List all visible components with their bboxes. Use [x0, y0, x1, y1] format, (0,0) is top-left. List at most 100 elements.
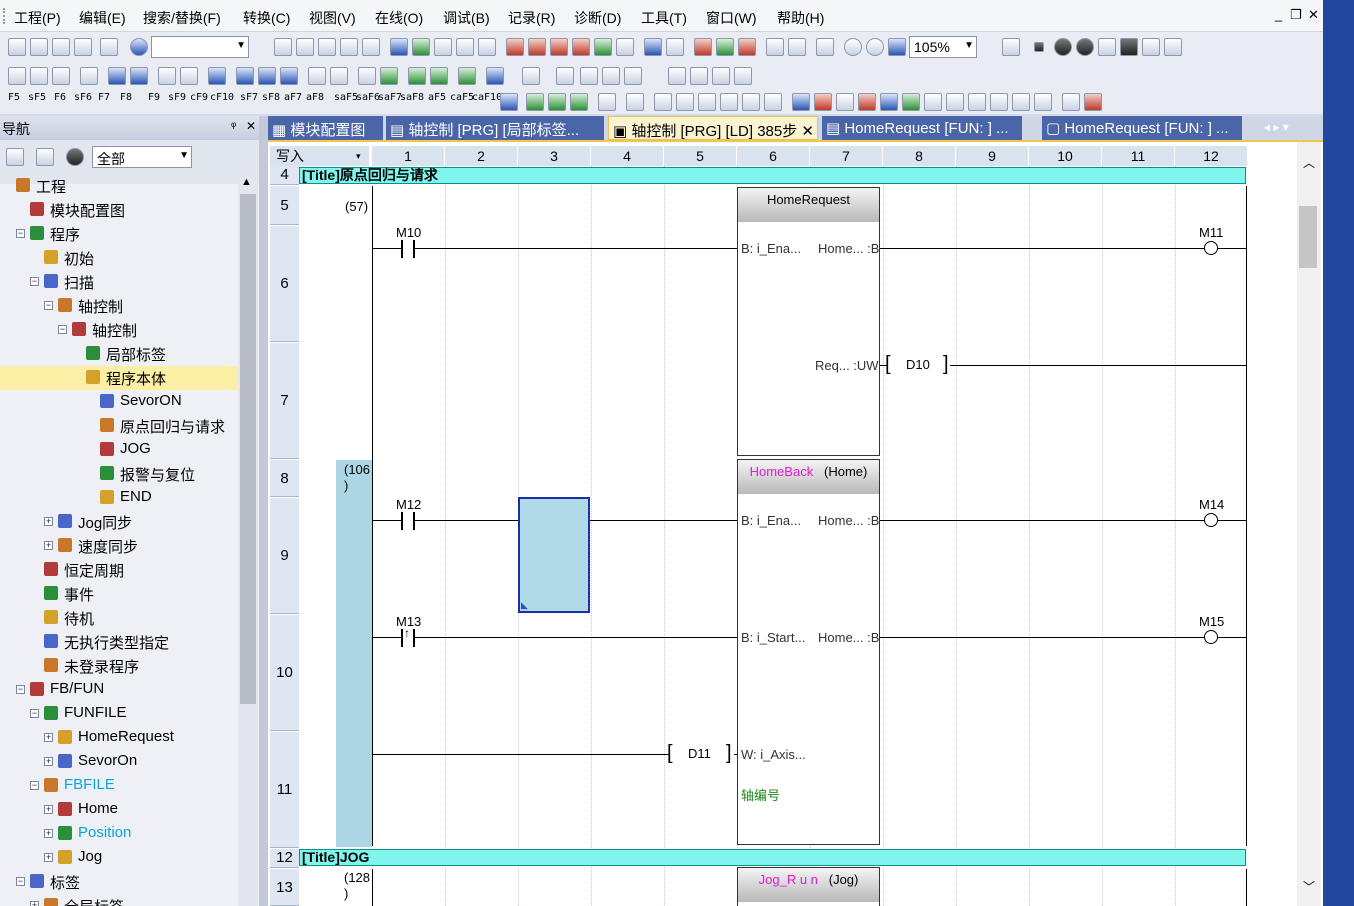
nav-list-icon[interactable]: [36, 148, 54, 166]
tree-node[interactable]: + Position: [0, 822, 238, 846]
menu-debug[interactable]: 调试(B): [443, 8, 490, 28]
ladder-symbol-10-icon[interactable]: [742, 93, 760, 111]
print-icon[interactable]: [74, 38, 92, 56]
coil-m15[interactable]: [1204, 630, 1218, 644]
tree-node[interactable]: + Home: [0, 798, 238, 822]
convert-icon[interactable]: [456, 38, 474, 56]
ladder-symbol-14-icon[interactable]: [836, 93, 854, 111]
monitor-start-icon[interactable]: [594, 38, 612, 56]
comment-icon[interactable]: [766, 38, 784, 56]
ladder-symbol-20-icon[interactable]: [968, 93, 986, 111]
ladder-symbol-6-icon[interactable]: [654, 93, 672, 111]
ladder-symbol-12-icon[interactable]: [792, 93, 810, 111]
tree-node[interactable]: − 扫描: [0, 270, 238, 294]
editor-scroll-thumb[interactable]: [1299, 206, 1317, 268]
grid-icon[interactable]: [668, 67, 686, 85]
expand-icon[interactable]: +: [44, 517, 53, 526]
doc-icon[interactable]: [712, 67, 730, 85]
multi-doc-icon[interactable]: [734, 67, 752, 85]
table-icon[interactable]: [130, 67, 148, 85]
cursor-selection[interactable]: ◣: [518, 497, 590, 613]
window-layout-icon[interactable]: [1002, 38, 1020, 56]
ladder-symbol-24-icon[interactable]: [1062, 93, 1080, 111]
tree-node[interactable]: − FB/FUN: [0, 678, 238, 702]
monitor-icon[interactable]: [412, 38, 430, 56]
write-plc-icon[interactable]: [506, 38, 524, 56]
ladder-symbol-18-icon[interactable]: [924, 93, 942, 111]
menu-online[interactable]: 在线(O): [375, 8, 423, 28]
help-icon[interactable]: [130, 38, 148, 56]
ladder-editor[interactable]: 写入 ▾ 4 [Title]原点回归与请求 5 (57) 6 7 8 9 10 1…: [268, 142, 1323, 906]
fkey-caf10[interactable]: caF10: [472, 92, 502, 103]
tool-icon[interactable]: [522, 67, 540, 85]
coil-m11[interactable]: [1204, 241, 1218, 255]
expand-icon[interactable]: +: [44, 733, 53, 742]
ladder-symbol-15-icon[interactable]: [858, 93, 876, 111]
tree-node[interactable]: − 轴控制: [0, 318, 238, 342]
contact-m13-rising[interactable]: ↑: [401, 626, 415, 647]
stop-icon[interactable]: [1034, 42, 1044, 52]
tree-node[interactable]: 工程: [0, 174, 238, 198]
tree-node[interactable]: + SevorOn: [0, 750, 238, 774]
transfer-icon[interactable]: [330, 67, 348, 85]
copy-format-icon[interactable]: [100, 38, 118, 56]
tree-node[interactable]: + 全局标签: [0, 894, 238, 906]
zoom-combo[interactable]: 105% ▼: [909, 36, 977, 58]
menu-record[interactable]: 记录(R): [508, 8, 555, 28]
nav-close-icon[interactable]: ✕: [246, 119, 256, 133]
ladder-symbol-4-icon[interactable]: [598, 93, 616, 111]
menu-diagnosis[interactable]: 诊断(D): [574, 8, 621, 28]
expand-icon[interactable]: +: [44, 853, 53, 862]
close-button[interactable]: ✕: [1308, 7, 1319, 23]
network-icon[interactable]: [486, 67, 504, 85]
collapse-icon[interactable]: −: [30, 277, 39, 286]
editor-vscrollbar[interactable]: ︿ ﹀: [1297, 142, 1321, 906]
fkey-f6[interactable]: F6: [54, 92, 66, 103]
cascade-icon[interactable]: [602, 67, 620, 85]
paste-icon[interactable]: [318, 38, 336, 56]
ladder-edit-icon[interactable]: [1098, 38, 1116, 56]
tile-icon[interactable]: [580, 67, 598, 85]
collapse-icon[interactable]: −: [16, 229, 25, 238]
expand-icon[interactable]: +: [44, 829, 53, 838]
fkey-f9[interactable]: F9: [148, 92, 160, 103]
print-preview-icon[interactable]: [180, 67, 198, 85]
scroll-up-icon[interactable]: ▲: [241, 176, 252, 188]
fkey-f5[interactable]: F5: [8, 92, 20, 103]
read-plc-icon[interactable]: [528, 38, 546, 56]
tree-node[interactable]: 初始: [0, 246, 238, 270]
module-icon[interactable]: [80, 67, 98, 85]
dev-icon[interactable]: [390, 38, 408, 56]
contact-m12[interactable]: [401, 512, 415, 530]
fkey-sf5[interactable]: sF5: [28, 92, 46, 103]
redo-icon[interactable]: [362, 38, 380, 56]
tree-node[interactable]: + 速度同步: [0, 534, 238, 558]
collapse-icon[interactable]: −: [16, 685, 25, 694]
register-d10[interactable]: D10: [906, 357, 930, 372]
nav-filter-combo[interactable]: 全部 ▼: [92, 146, 192, 168]
simulate-icon[interactable]: [644, 38, 662, 56]
nav-gear-icon[interactable]: [66, 148, 84, 166]
nav-scrollbar[interactable]: ▲: [238, 174, 258, 906]
ladder-symbol-23-icon[interactable]: [1034, 93, 1052, 111]
tree-node[interactable]: − FUNFILE: [0, 702, 238, 726]
tree-node[interactable]: 事件: [0, 582, 238, 606]
dev-box-icon[interactable]: [208, 67, 226, 85]
tab-close-icon[interactable]: ✕: [801, 123, 814, 139]
menu-edit[interactable]: 编辑(E): [79, 8, 126, 28]
ladder-symbol-16-icon[interactable]: [880, 93, 898, 111]
scroll-thumb[interactable]: [240, 194, 256, 704]
fb-icon[interactable]: [52, 67, 70, 85]
zoom-out-icon[interactable]: [866, 38, 884, 56]
tree-node[interactable]: 待机: [0, 606, 238, 630]
edit-pen-icon[interactable]: [408, 67, 426, 85]
open-folder-icon[interactable]: [30, 38, 48, 56]
tab-scroll-icon[interactable]: ◂ ▸ ▾: [1264, 120, 1289, 134]
new-file-icon[interactable]: [8, 38, 26, 56]
ladder-symbol-8-icon[interactable]: [698, 93, 716, 111]
verify-plc-icon[interactable]: [550, 38, 568, 56]
menu-tools[interactable]: 工具(T): [641, 8, 687, 28]
tree-node[interactable]: 无执行类型指定: [0, 630, 238, 654]
window-icon[interactable]: [556, 67, 574, 85]
fkey-sf9[interactable]: sF9: [168, 92, 186, 103]
